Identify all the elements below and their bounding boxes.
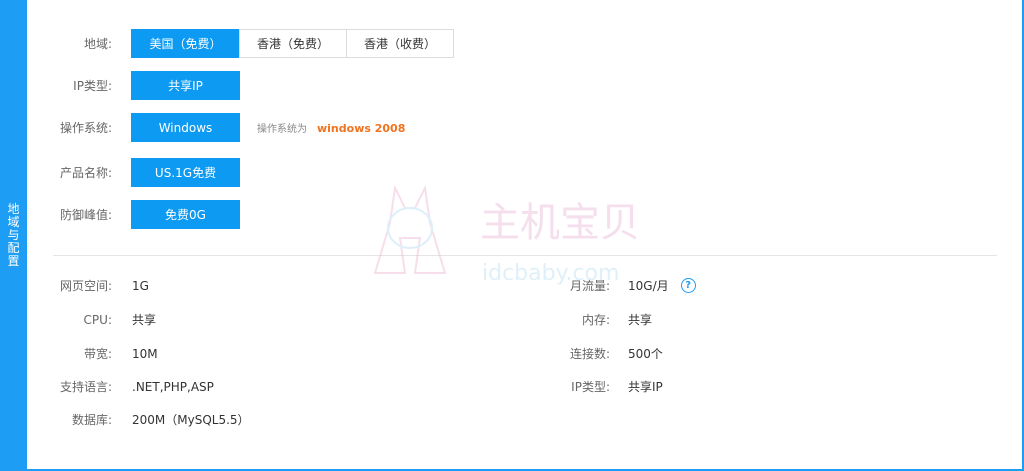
spec-languages: 支持语言: .NET,PHP,ASP [40,378,214,395]
defense-option-free[interactable]: 免费0G [131,200,240,229]
os-hint-prefix: 操作系统为 [257,124,307,135]
defense-label: 防御峰值: [59,208,112,222]
spec-monthly-traffic-value: 10G/月 [628,279,669,293]
spec-cpu-key: CPU: [83,312,112,327]
spec-database: 数据库: 200M（MySQL5.5） [40,411,250,428]
region-row: 地域: 美国（免费） 香港（免费） 香港（收费） [40,29,454,58]
spec-connections-key: 连接数: [569,347,610,361]
spec-languages-key: 支持语言: [59,380,112,394]
defense-row: 防御峰值: 免费0G [40,200,240,229]
region-option-hk-paid[interactable]: 香港（收费） [346,29,454,58]
product-label: 产品名称: [59,166,112,180]
sidebar-tab-label: 地域与配置 [7,202,20,268]
spec-ip-type-key: IP类型: [571,380,610,394]
region-option-us-free[interactable]: 美国（免费） [131,29,240,58]
help-icon[interactable]: ? [680,278,696,293]
os-option-windows[interactable]: Windows [131,113,240,142]
ip-type-label: IP类型: [73,79,112,93]
spec-ip-type: IP类型: 共享IP [538,378,663,395]
spec-monthly-traffic-key: 月流量: [569,279,610,293]
product-row: 产品名称: US.1G免费 [40,158,240,187]
spec-memory: 内存: 共享 [538,311,652,328]
spec-web-space: 网页空间: 1G [40,277,149,294]
spec-bandwidth-key: 带宽: [83,347,112,361]
region-option-hk-free[interactable]: 香港（免费） [239,29,347,58]
spec-cpu: CPU: 共享 [40,311,156,328]
spec-languages-value: .NET,PHP,ASP [132,379,214,394]
spec-connections: 连接数: 500个 [538,345,663,362]
spec-cpu-value: 共享 [132,313,157,327]
os-label: 操作系统: [59,121,112,135]
spec-web-space-value: 1G [132,278,149,293]
spec-database-key: 数据库: [71,413,112,427]
spec-bandwidth: 带宽: 10M [40,345,158,362]
os-row: 操作系统: Windows 操作系统为 windows 2008 [40,113,405,142]
spec-monthly-traffic: 月流量: 10G/月 ? [538,277,696,294]
region-label: 地域: [83,37,112,51]
section-divider [53,255,997,256]
spec-bandwidth-value: 10M [132,346,158,361]
spec-web-space-key: 网页空间: [59,279,112,293]
spec-memory-key: 内存: [581,313,610,327]
os-hint: 操作系统为 windows 2008 [257,120,405,135]
spec-database-value: 200M（MySQL5.5） [132,413,250,427]
spec-connections-value: 500个 [628,347,663,361]
sidebar-tab: 地域与配置 [0,0,27,471]
os-hint-value: windows 2008 [317,122,406,135]
ip-type-row: IP类型: 共享IP [40,71,240,100]
spec-ip-type-value: 共享IP [628,380,663,394]
product-option-us-1g[interactable]: US.1G免费 [131,158,240,187]
ip-type-option-shared[interactable]: 共享IP [131,71,240,100]
spec-memory-value: 共享 [628,313,653,327]
